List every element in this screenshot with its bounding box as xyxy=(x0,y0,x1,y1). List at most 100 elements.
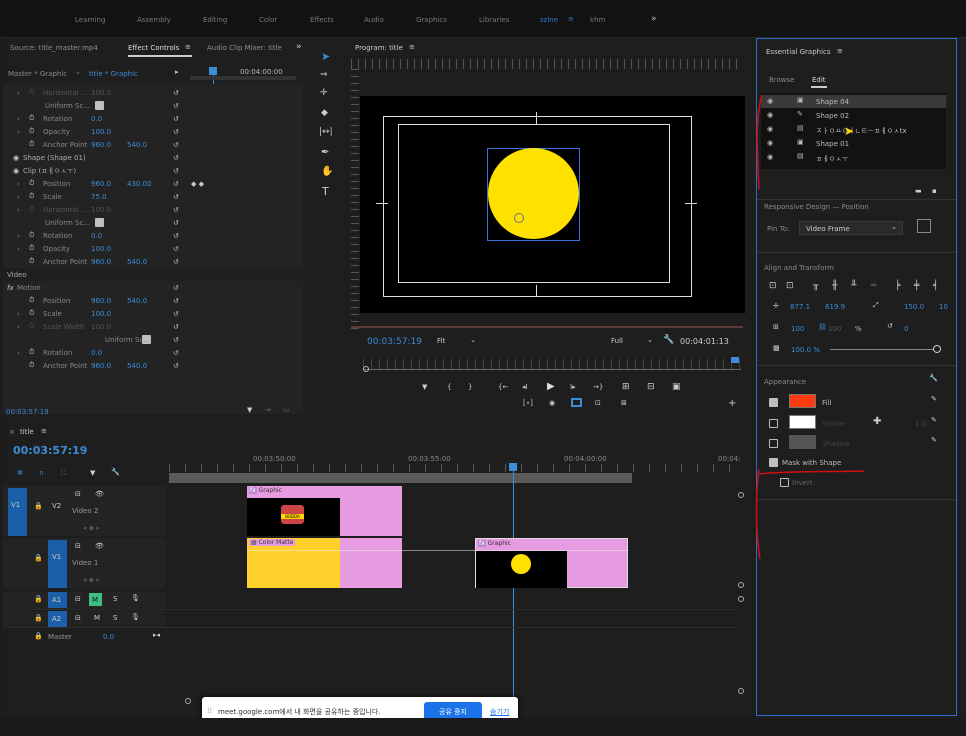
ws-learning[interactable]: Learning xyxy=(75,16,105,24)
property-value[interactable]: 960.0 xyxy=(91,180,111,188)
eyedropper-icon[interactable]: ✎ xyxy=(931,416,937,424)
reset-icon[interactable]: ↺ xyxy=(173,310,179,318)
reset-icon[interactable]: ↺ xyxy=(173,245,179,253)
effect-property-row[interactable]: Video xyxy=(3,268,303,281)
vr-icon[interactable]: ⊠ xyxy=(621,399,627,407)
stopwatch-icon[interactable]: ⏱ xyxy=(29,114,34,123)
effect-property-row[interactable]: ⏱ Anchor Point 960.0 540.0 ↺ xyxy=(3,138,303,151)
reset-icon[interactable]: ↺ xyxy=(173,362,179,370)
linked-icon[interactable]: ⛶ xyxy=(61,469,66,478)
reset-icon[interactable]: ↺ xyxy=(173,115,179,123)
property-value[interactable]: 100.0 xyxy=(91,310,111,318)
safe-margins-icon[interactable] xyxy=(571,398,582,407)
property-value[interactable]: 75.0 xyxy=(91,193,107,201)
track-target-a1[interactable]: A1 xyxy=(48,592,67,608)
effect-property-row[interactable]: Uniform Sc... ↺ xyxy=(3,216,303,229)
step-back-icon[interactable]: ◂I xyxy=(522,383,528,391)
reset-icon[interactable]: ↺ xyxy=(173,349,179,357)
stopwatch-icon[interactable]: ⏱ xyxy=(29,127,34,136)
effect-property-row[interactable]: › ⏱ Horizontal ... 100.0 ↺ xyxy=(3,203,303,216)
in-handle-icon[interactable] xyxy=(363,366,369,372)
color-matte-clip[interactable]: ▦ Color Matte xyxy=(247,538,402,588)
chevron-right-icon[interactable]: › xyxy=(17,193,20,201)
effect-property-row[interactable]: › ⏱ Rotation 0.0 ↺ xyxy=(3,112,303,125)
chevron-right-icon[interactable]: › xyxy=(17,232,20,240)
chevron-right-icon[interactable]: › xyxy=(17,349,20,357)
reset-icon[interactable]: ↺ xyxy=(173,284,179,292)
ws-color[interactable]: Color xyxy=(259,16,277,24)
type-tool-icon[interactable]: T xyxy=(322,185,329,198)
add-button-icon[interactable]: + xyxy=(728,398,736,409)
hand-tool-icon[interactable]: ✋ xyxy=(321,166,333,177)
ec-playhead-handle[interactable] xyxy=(209,67,217,75)
mark-in-icon[interactable]: { xyxy=(447,383,451,391)
hide-link[interactable]: 숨기기 xyxy=(490,707,509,717)
align-right-icon[interactable]: ╡ xyxy=(933,281,938,291)
reset-icon[interactable]: ↺ xyxy=(173,128,179,136)
ws-libraries[interactable]: Libraries xyxy=(479,16,509,24)
uniform-scale-checkbox[interactable] xyxy=(95,101,104,110)
effect-property-row[interactable]: ⏱ Anchor Point 960.0 540.0 ↺ xyxy=(3,359,303,372)
clip-label[interactable]: title * Graphic xyxy=(89,70,138,78)
vertical-scroll-handle[interactable] xyxy=(738,688,744,694)
uniform-scale-checkbox[interactable] xyxy=(95,218,104,227)
stopwatch-icon[interactable]: ⏱ xyxy=(29,361,34,370)
more-workspaces-icon[interactable]: » xyxy=(651,14,657,24)
property-value-2[interactable]: 540.0 xyxy=(127,258,147,266)
reset-icon[interactable]: ↺ xyxy=(173,323,179,331)
horizontal-scroll-handle[interactable] xyxy=(185,698,191,704)
menu-icon[interactable]: ≡ xyxy=(568,15,574,23)
go-to-out-icon[interactable]: →} xyxy=(593,383,603,391)
opacity-slider-thumb[interactable] xyxy=(933,345,941,353)
property-value-2[interactable]: 540.0 xyxy=(127,297,147,305)
eyedropper-icon[interactable]: ✎ xyxy=(931,395,937,403)
sync-icon[interactable]: ⊟ xyxy=(75,595,81,603)
chevron-right-icon[interactable]: › xyxy=(17,89,20,97)
chevron-right-icon[interactable]: › xyxy=(17,323,20,331)
mark-out-icon[interactable]: } xyxy=(468,383,472,391)
graphic-clip-v1[interactable]: fx Graphic xyxy=(475,538,628,588)
eyedropper-icon[interactable]: ✎ xyxy=(931,436,937,444)
fit-dropdown[interactable]: Fit ⌄ xyxy=(437,336,479,348)
effect-property-row[interactable]: ⏱ Anchor Point 960.0 540.0 ↺ xyxy=(3,255,303,268)
vertical-scroll-handle[interactable] xyxy=(738,582,744,588)
align-center-icon[interactable]: ╪ xyxy=(914,281,919,291)
time-ruler[interactable] xyxy=(169,464,739,472)
chevron-right-icon[interactable]: › xyxy=(17,180,20,188)
chevron-right-icon[interactable]: › xyxy=(17,310,20,318)
eye-icon[interactable]: ◉ xyxy=(13,167,19,175)
stopwatch-icon[interactable]: ⏱ xyxy=(29,257,34,266)
program-playhead[interactable] xyxy=(731,357,739,363)
tab-audio-mixer[interactable]: Audio Clip Mixer: title xyxy=(207,44,282,52)
effect-property-row[interactable]: › ⏱ Rotation 0.0 ↺ xyxy=(3,346,303,359)
property-value-2[interactable]: 540.0 xyxy=(127,141,147,149)
effect-property-row[interactable]: Uniform Sc... ↺ xyxy=(3,333,303,346)
reset-icon[interactable]: ↺ xyxy=(173,102,179,110)
property-value-2[interactable]: 540.0 xyxy=(127,362,147,370)
lock-icon[interactable]: 🔒 xyxy=(34,632,43,640)
razor-tool-icon[interactable]: ◆ xyxy=(321,108,328,118)
stopwatch-icon[interactable]: ⏱ xyxy=(29,140,34,149)
chevron-right-icon[interactable]: › xyxy=(17,206,20,214)
effect-property-row[interactable]: › ⏱ Horizontal ... 100.0 ↺ xyxy=(3,86,303,99)
solo-button[interactable]: S xyxy=(113,614,117,622)
eye-icon[interactable]: 👁 xyxy=(95,542,104,550)
property-value[interactable]: 960.0 xyxy=(91,258,111,266)
rotation-value-2[interactable]: 10 xyxy=(939,303,948,311)
ws-editing[interactable]: Editing xyxy=(203,16,227,24)
property-value-2[interactable]: 430.00 xyxy=(127,180,152,188)
property-value[interactable]: 960.0 xyxy=(91,297,111,305)
go-to-in-icon[interactable]: {← xyxy=(498,383,508,391)
chevron-down-icon[interactable]: ⌄ xyxy=(75,68,81,76)
menu-icon[interactable]: ≡ xyxy=(837,47,843,55)
vertical-scroll-handle[interactable] xyxy=(738,596,744,602)
reset-icon[interactable]: ↺ xyxy=(173,141,179,149)
stopwatch-icon[interactable]: ⏱ xyxy=(29,179,34,188)
reset-icon[interactable]: ↺ xyxy=(173,180,179,188)
selection-tool-icon[interactable]: ➤ xyxy=(321,50,330,63)
add-marker-icon[interactable]: ▼ xyxy=(422,383,427,391)
lift-icon[interactable]: ⊞ xyxy=(622,382,630,392)
reset-icon[interactable]: ↺ xyxy=(173,258,179,266)
property-value[interactable]: 0.0 xyxy=(91,349,102,357)
keyframe-nav-icon[interactable]: ◂ ◆ ▸ xyxy=(83,524,100,532)
